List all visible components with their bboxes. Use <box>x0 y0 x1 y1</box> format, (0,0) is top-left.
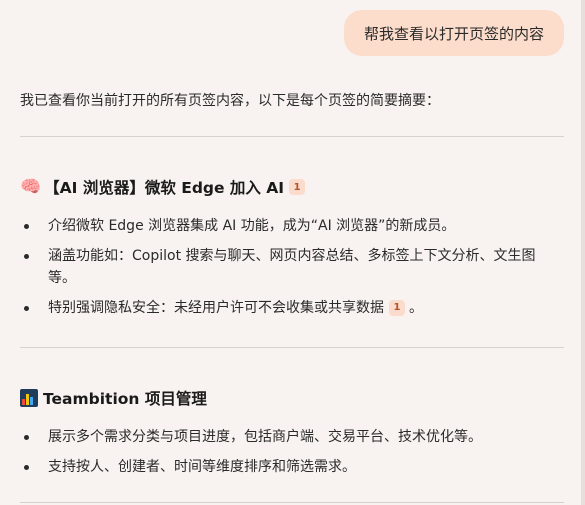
list-item-text: 涵盖功能如：Copilot 搜索与聊天、网页内容总结、多标签上下文分析、文生图等… <box>48 248 536 286</box>
citation-badge[interactable]: 1 <box>289 179 306 195</box>
citation-badge[interactable]: 1 <box>389 300 405 316</box>
list-item: 涵盖功能如：Copilot 搜索与聊天、网页内容总结、多标签上下文分析、文生图等… <box>20 245 555 289</box>
section-list-edge-ai: 介绍微软 Edge 浏览器集成 AI 功能，成为“AI 浏览器”的新成员。 涵盖… <box>20 215 555 327</box>
list-item: 支持按人、创建者、时间等维度排序和筛选需求。 <box>20 456 555 478</box>
assistant-intro-text: 我已查看你当前打开的所有页签内容，以下是每个页签的简要摘要： <box>20 93 440 109</box>
list-item-text: 支持按人、创建者、时间等维度排序和筛选需求。 <box>48 459 356 475</box>
bullet-icon <box>24 465 29 470</box>
list-item: 介绍微软 Edge 浏览器集成 AI 功能，成为“AI 浏览器”的新成员。 <box>20 215 555 237</box>
bullet-icon <box>24 306 29 311</box>
divider <box>20 502 564 503</box>
bullet-icon <box>24 435 29 440</box>
list-item-text: 介绍微软 Edge 浏览器集成 AI 功能，成为“AI 浏览器”的新成员。 <box>48 218 456 234</box>
user-message-bubble: 帮我查看以打开页签的内容 <box>343 10 564 56</box>
section-title-teambition: Teambition 项目管理 <box>20 387 207 409</box>
scrollbar[interactable] <box>581 0 585 505</box>
bullet-icon <box>24 254 29 259</box>
list-item: 特别强调隐私安全：未经用户许可不会收集或共享数据 1。 <box>20 297 555 319</box>
list-item-suffix: 。 <box>409 300 423 316</box>
brain-icon: 🧠 <box>20 177 42 197</box>
list-item-text: 展示多个需求分类与项目进度，包括商户端、交易平台、技术优化等。 <box>48 429 482 445</box>
divider <box>20 136 564 137</box>
list-item: 展示多个需求分类与项目进度，包括商户端、交易平台、技术优化等。 <box>20 426 555 448</box>
section-title-edge-ai: 🧠 【AI 浏览器】微软 Edge 加入 AI 1 <box>20 176 306 198</box>
section-title-text: Teambition 项目管理 <box>43 390 207 408</box>
section-list-teambition: 展示多个需求分类与项目进度，包括商户端、交易平台、技术优化等。 支持按人、创建者… <box>20 426 555 486</box>
user-message-text: 帮我查看以打开页签的内容 <box>363 24 544 43</box>
divider <box>20 347 564 348</box>
list-item-text: 特别强调隐私安全：未经用户许可不会收集或共享数据 <box>48 300 384 316</box>
bullet-icon <box>24 224 29 229</box>
section-title-text: 【AI 浏览器】微软 Edge 加入 AI <box>44 179 285 197</box>
bar-chart-icon <box>20 389 38 407</box>
